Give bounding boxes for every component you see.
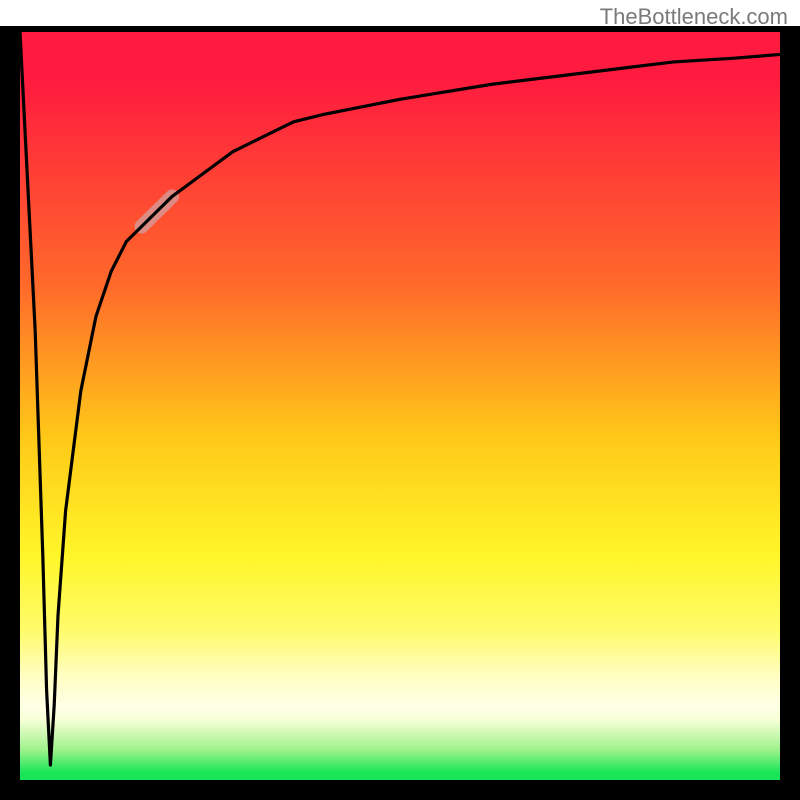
chart-frame (0, 26, 800, 800)
watermark-text: TheBottleneck.com (600, 4, 788, 30)
chart-plot-area (20, 32, 780, 780)
curve-line (20, 32, 780, 765)
chart-curve-svg (20, 32, 780, 780)
